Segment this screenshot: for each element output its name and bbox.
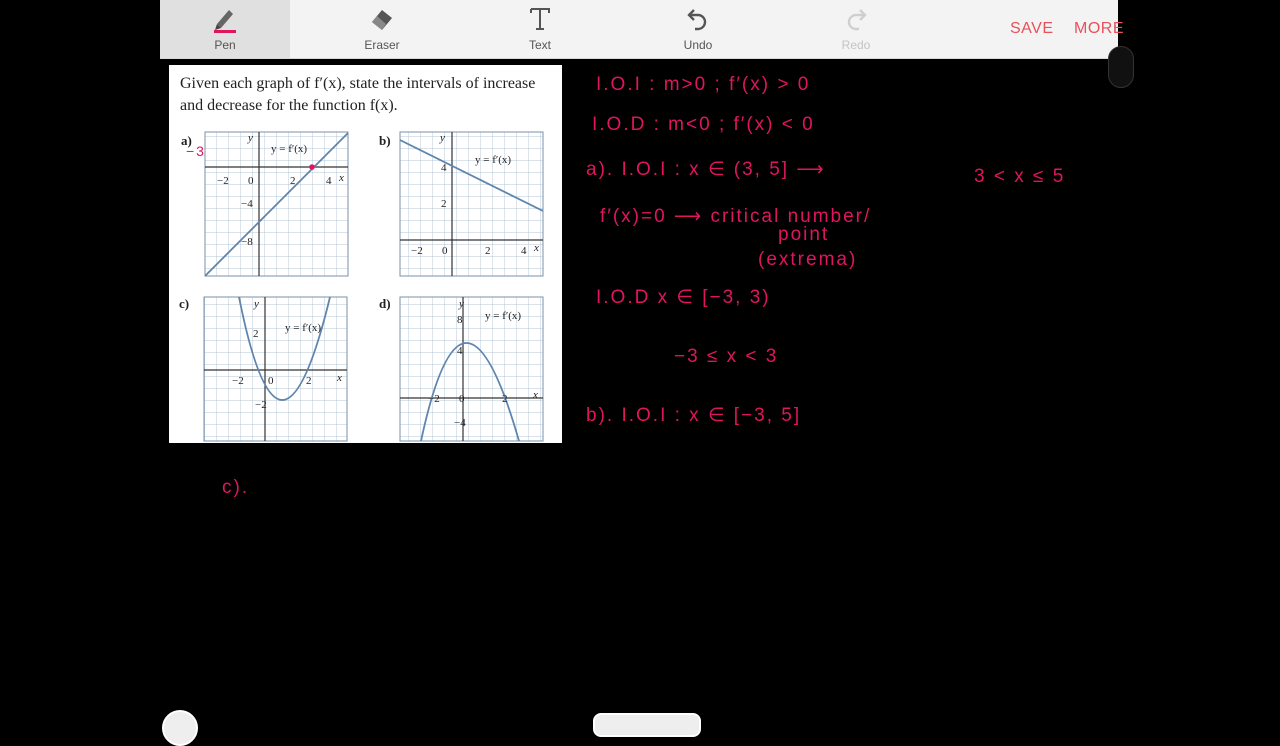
graph-b-tick: 2 (485, 245, 491, 257)
undo-tool[interactable]: Undo (633, 0, 763, 58)
graph-d-tick: 8 (457, 314, 463, 326)
graph-b-tick: 0 (442, 245, 448, 257)
graph-a-part: a) (181, 133, 192, 148)
ink-note: I.O.D x ∈ [−3, 3) (596, 287, 771, 308)
graph-d-part: d) (379, 296, 391, 311)
graph-a-tick: −2 (217, 175, 229, 187)
undo-label: Undo (683, 38, 713, 52)
graph-d-x-axis: x (532, 389, 538, 401)
graph-a-tick: −4 (241, 198, 253, 210)
ink-note: c). (222, 477, 249, 498)
graph-d-tick: 4 (457, 345, 463, 357)
ink-note: −3 ≤ x < 3 (674, 346, 778, 367)
graph-a-tick: 2 (290, 175, 296, 187)
redo-tool[interactable]: Redo (791, 0, 921, 58)
graph-a-curve-label: y = f′(x) (271, 143, 307, 155)
graph-d (399, 296, 544, 442)
worksheet-image: Given each graph of f′(x), state the int… (169, 65, 562, 443)
redo-icon (791, 0, 921, 38)
graphs: a) y = f′(x) y x −2 0 2 4 −4 −8 b) y = f… (179, 131, 544, 442)
graph-d-tick: 0 (459, 393, 465, 405)
graph-d-y-axis: y (458, 298, 464, 310)
ink-note: I.O.I : m>0 ; f′(x) > 0 (596, 74, 810, 95)
graph-a-y-axis: y (247, 132, 253, 144)
ink-note: point (778, 224, 829, 245)
ink-note: I.O.D : m<0 ; f′(x) < 0 (592, 114, 815, 135)
nav-circle-button[interactable] (162, 710, 198, 746)
save-button[interactable]: SAVE (1010, 20, 1054, 38)
undo-icon (633, 0, 763, 38)
more-button[interactable]: MORE (1074, 20, 1124, 38)
home-pill-button[interactable] (593, 713, 701, 737)
graph-c-x-axis: x (336, 372, 342, 384)
pen-tool[interactable]: Pen (160, 0, 290, 58)
graph-c (203, 296, 348, 442)
graph-c-tick: 2 (253, 328, 259, 340)
graph-b-x-axis: x (533, 242, 539, 254)
toolbar: Pen Eraser Text Undo Redo SAVE MORE (160, 0, 1124, 59)
graph-a-tick: −8 (241, 236, 253, 248)
graph-d-curve-label: y = f′(x) (485, 310, 521, 322)
graph-b-y-axis: y (439, 132, 445, 144)
graph-c-tick: −2 (255, 399, 267, 411)
graph-d-tick: −2 (428, 393, 440, 405)
graph-c-tick: 0 (268, 375, 274, 387)
graph-a-tick: 0 (248, 175, 254, 187)
eraser-tool[interactable]: Eraser (317, 0, 447, 58)
graph-b-part: b) (379, 133, 391, 148)
graph-c-part: c) (179, 296, 189, 311)
graph-a-tick: 4 (326, 175, 332, 187)
graph-c-tick: 2 (306, 375, 312, 387)
graph-a-x-axis: x (338, 172, 344, 184)
scroll-handle[interactable] (1108, 46, 1134, 88)
text-tool[interactable]: Text (475, 0, 605, 58)
ink-note: f′(x)=0 ⟶ critical number/ (600, 206, 871, 227)
text-icon (475, 0, 605, 38)
ink-note: (extrema) (758, 249, 857, 270)
graph-b-tick: 4 (441, 162, 447, 174)
ink-note: a). I.O.I : x ∈ (3, 5] ⟶ (586, 159, 826, 180)
ink-note: 3 < x ≤ 5 (974, 166, 1065, 187)
graph-b-tick: 2 (441, 198, 447, 210)
pen-label: Pen (214, 38, 236, 52)
graph-c-tick: −2 (232, 375, 244, 387)
graph-d-tick: −4 (454, 417, 466, 429)
graph-d-tick: 2 (502, 393, 508, 405)
graph-b-curve-label: y = f′(x) (475, 154, 511, 166)
text-label: Text (528, 38, 551, 52)
graph-c-curve-label: y = f′(x) (285, 322, 321, 334)
graph-b-tick: −2 (411, 245, 423, 257)
pen-icon (160, 0, 290, 38)
eraser-label: Eraser (364, 38, 400, 52)
graph-b-tick: 4 (521, 245, 527, 257)
ink-note: b). I.O.I : x ∈ [−3, 5] (586, 405, 801, 426)
eraser-icon (317, 0, 447, 38)
redo-label: Redo (841, 38, 871, 52)
graph-c-y-axis: y (253, 298, 259, 310)
